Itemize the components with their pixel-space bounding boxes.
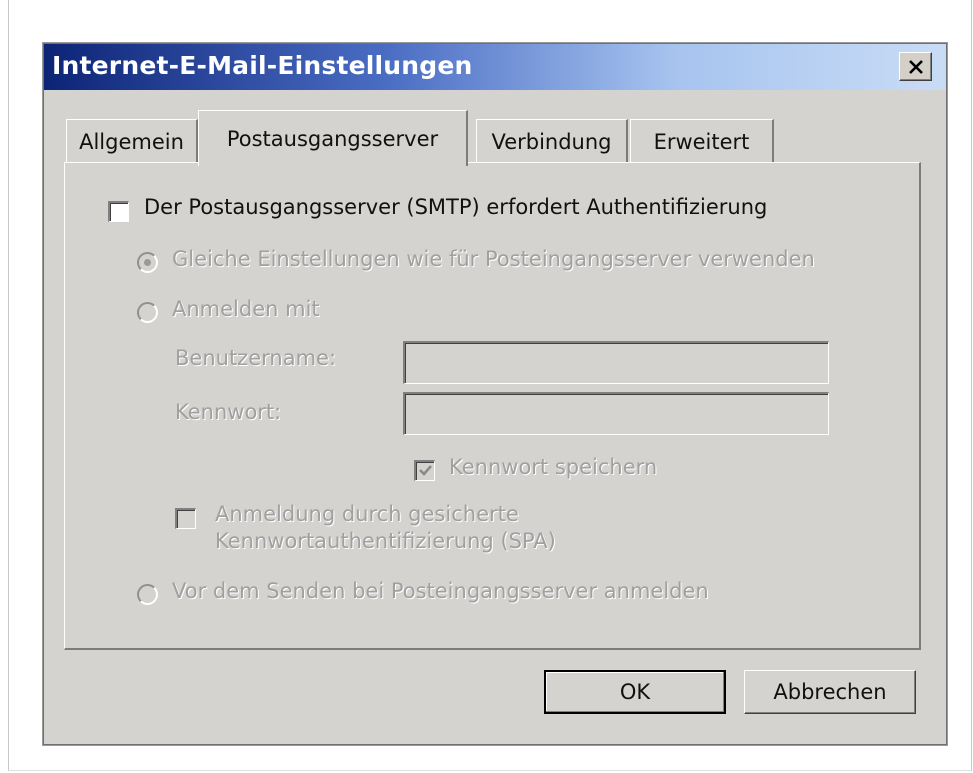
tab-label: Allgemein [79,129,184,154]
tab-panel-postausgangsserver: Der Postausgangsserver (SMTP) erfordert … [64,162,921,650]
spa-checkbox[interactable] [175,508,196,529]
username-field[interactable] [403,341,829,384]
tab-allgemein[interactable]: Allgemein [66,119,198,163]
dialog-title: Internet-E-Mail-Einstellungen [52,51,473,80]
ok-button[interactable]: OK [544,670,726,714]
tab-label: Verbindung [491,129,612,154]
title-bar[interactable]: Internet-E-Mail-Einstellungen [44,44,946,90]
radio-pop-before-smtp[interactable] [137,584,158,605]
checkmark-icon [419,465,432,476]
password-label: Kennwort: [175,400,282,424]
password-field[interactable] [403,392,829,435]
close-button[interactable] [899,52,932,81]
same-settings-label: Gleiche Einstellungen wie für Posteingan… [172,247,815,271]
tab-erweitert[interactable]: Erweitert [630,119,774,163]
cancel-button-label: Abbrechen [773,680,887,704]
login-with-label: Anmelden mit [172,297,320,321]
smtp-auth-label: Der Postausgangsserver (SMTP) erfordert … [144,195,768,219]
internet-email-settings-dialog: Internet-E-Mail-Einstellungen Allgemein … [43,43,947,745]
tab-label: Erweitert [653,129,750,154]
close-icon [908,59,923,74]
smtp-auth-checkbox[interactable] [108,201,129,222]
save-password-label: Kennwort speichern [449,455,658,479]
tab-postausgangsserver[interactable]: Postausgangsserver [198,110,468,166]
radio-login-with[interactable] [137,302,158,323]
ok-button-label: OK [619,680,651,704]
username-label: Benutzername: [175,346,337,370]
radio-selected-dot [144,259,151,266]
pop-before-smtp-label: Vor dem Senden bei Posteingangsserver an… [172,579,709,603]
cancel-button[interactable]: Abbrechen [744,670,916,714]
tab-label: Postausgangsserver [226,126,439,151]
radio-same-settings[interactable] [137,252,158,273]
spa-label-line1: Anmeldung durch gesicherte [215,502,519,526]
spa-label-line2: Kennwortauthentifizierung (SPA) [215,529,556,553]
save-password-checkbox[interactable] [414,460,435,481]
tab-verbindung[interactable]: Verbindung [476,119,628,163]
